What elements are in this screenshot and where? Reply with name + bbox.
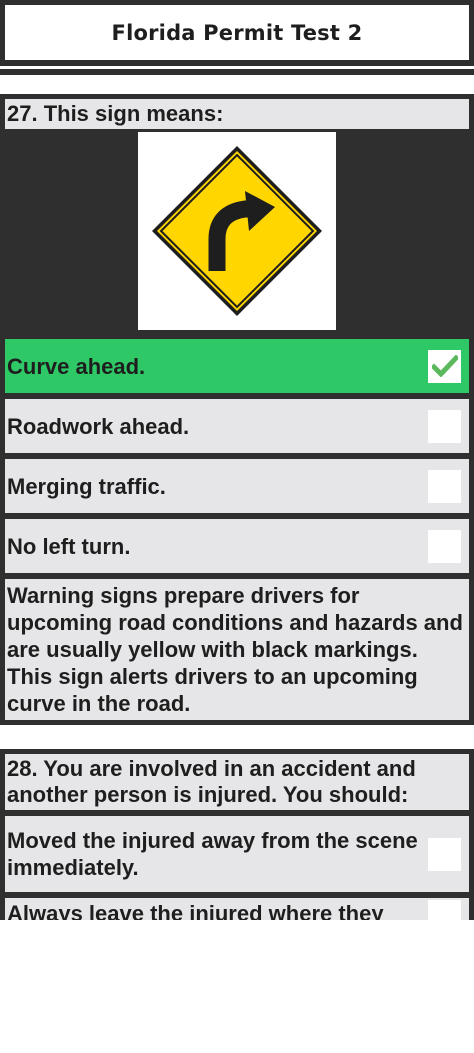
header-divider: [0, 69, 474, 75]
app-header: Florida Permit Test 2: [0, 0, 474, 66]
quiz-scroll-area[interactable]: 27. This sign means: Curve ahead. Roadwo…: [0, 94, 474, 920]
question-card-28: 28. You are involved in an accident and …: [0, 749, 474, 920]
answer-label: Curve ahead.: [7, 353, 146, 379]
sign-image: [138, 132, 336, 330]
answer-label: Always leave the injured where they: [7, 901, 384, 920]
checkmark-icon: [431, 355, 458, 377]
header-title-box: Florida Permit Test 2: [5, 5, 469, 60]
page-title: Florida Permit Test 2: [111, 20, 363, 45]
answer-label: No left turn.: [7, 533, 131, 559]
answer-option-3[interactable]: Merging traffic.: [5, 459, 469, 513]
answer-checkbox[interactable]: [428, 837, 461, 871]
question-card-27: 27. This sign means: Curve ahead. Roadwo…: [0, 94, 474, 725]
answer-option-2[interactable]: Always leave the injured where they: [5, 898, 469, 920]
answer-option-1[interactable]: Curve ahead.: [5, 339, 469, 393]
answer-checkbox[interactable]: [428, 529, 461, 563]
answer-option-4[interactable]: No left turn.: [5, 519, 469, 573]
question-image-area: [5, 129, 469, 333]
answer-checkbox[interactable]: [428, 409, 461, 443]
answer-checkbox[interactable]: [428, 900, 461, 920]
answer-checkbox-checked[interactable]: [428, 349, 461, 383]
answer-label: Roadwork ahead.: [7, 413, 190, 439]
answer-option-2[interactable]: Roadwork ahead.: [5, 399, 469, 453]
curve-right-warning-sign-icon: [152, 146, 322, 316]
question-text: 28. You are involved in an accident and …: [5, 754, 469, 810]
answer-option-1[interactable]: Moved the injured away from the scene im…: [5, 816, 469, 892]
answer-explanation: Warning signs prepare drivers for upcomi…: [5, 579, 469, 720]
answer-label: Moved the injured away from the scene im…: [7, 828, 418, 880]
question-text: 27. This sign means:: [5, 99, 469, 129]
answer-label: Merging traffic.: [7, 473, 166, 499]
answer-checkbox[interactable]: [428, 469, 461, 503]
